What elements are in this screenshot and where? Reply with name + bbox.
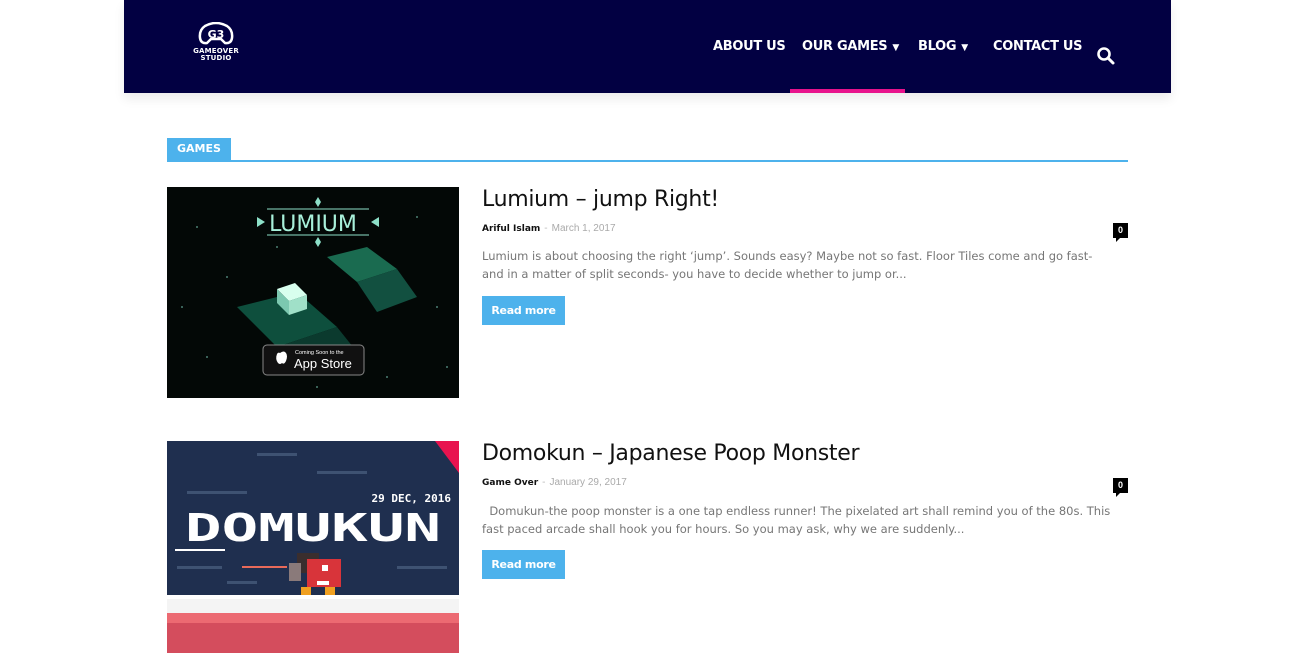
post-item: 29 DEC, 2016 DOMUKUN Domokun – Japanese … [167, 441, 1128, 653]
section-header: GAMES [167, 138, 1128, 162]
search-icon[interactable] [1096, 46, 1116, 66]
post-author[interactable]: Game Over [482, 478, 538, 488]
nav-contact-us-label: CONTACT US [993, 39, 1083, 54]
post-author[interactable]: Ariful Islam [482, 224, 540, 234]
meta-separator: - [544, 223, 548, 234]
nav-blog[interactable]: BLOG ▼ [918, 0, 968, 93]
site-header: G3 GAMEOVER STUDIO ABOUT US OUR GAMES ▼ … [124, 0, 1171, 93]
post-item: LUMIUM Coming Soon to the App Store Lumi… [167, 187, 1128, 399]
comment-count-badge[interactable]: 0 [1113, 478, 1128, 497]
app-store-badge-big: App Store [294, 356, 352, 371]
post-excerpt: Lumium is about choosing the right ‘jump… [482, 249, 1093, 281]
post-thumbnail[interactable]: 29 DEC, 2016 DOMUKUN [167, 441, 459, 653]
lumium-thumbnail-image: LUMIUM Coming Soon to the App Store [167, 187, 459, 398]
nav-about-us[interactable]: ABOUT US [713, 0, 786, 93]
post-title[interactable]: Domokun – Japanese Poop Monster [482, 441, 860, 466]
meta-separator: - [542, 477, 546, 488]
post-date: January 29, 2017 [549, 477, 627, 488]
post-title[interactable]: Lumium – jump Right! [482, 187, 719, 212]
site-logo[interactable]: G3 GAMEOVER STUDIO [190, 22, 242, 70]
chevron-down-icon: ▼ [961, 42, 968, 53]
nav-active-indicator [790, 89, 905, 93]
logo-line-2: STUDIO [200, 54, 232, 62]
section-label: GAMES [167, 138, 231, 160]
read-more-button[interactable]: Read more [482, 550, 565, 579]
read-more-button[interactable]: Read more [482, 296, 565, 325]
nav-about-us-label: ABOUT US [713, 39, 786, 54]
chevron-down-icon: ▼ [892, 42, 899, 53]
post-meta: Ariful Islam - March 1, 2017 [482, 223, 616, 234]
post-thumbnail[interactable]: LUMIUM Coming Soon to the App Store [167, 187, 459, 398]
nav-contact-us[interactable]: CONTACT US [993, 0, 1083, 93]
post-excerpt: Domukun-the poop monster is a one tap en… [482, 504, 1114, 536]
comment-count-badge[interactable]: 0 [1113, 223, 1128, 242]
svg-text:G3: G3 [208, 28, 225, 41]
post-meta: Game Over - January 29, 2017 [482, 477, 627, 488]
nav-our-games[interactable]: OUR GAMES ▼ [802, 0, 899, 93]
gamepad-logo-icon: G3 [198, 22, 234, 45]
thumb-date-text: 29 DEC, 2016 [372, 492, 452, 505]
lumium-logo-text: LUMIUM [269, 212, 357, 237]
post-date: March 1, 2017 [551, 223, 616, 234]
nav-our-games-label: OUR GAMES [802, 39, 888, 54]
domokun-thumbnail-image: 29 DEC, 2016 DOMUKUN [167, 441, 459, 653]
domokun-logo-text: DOMUKUN [185, 506, 441, 550]
nav-blog-label: BLOG [918, 39, 957, 54]
